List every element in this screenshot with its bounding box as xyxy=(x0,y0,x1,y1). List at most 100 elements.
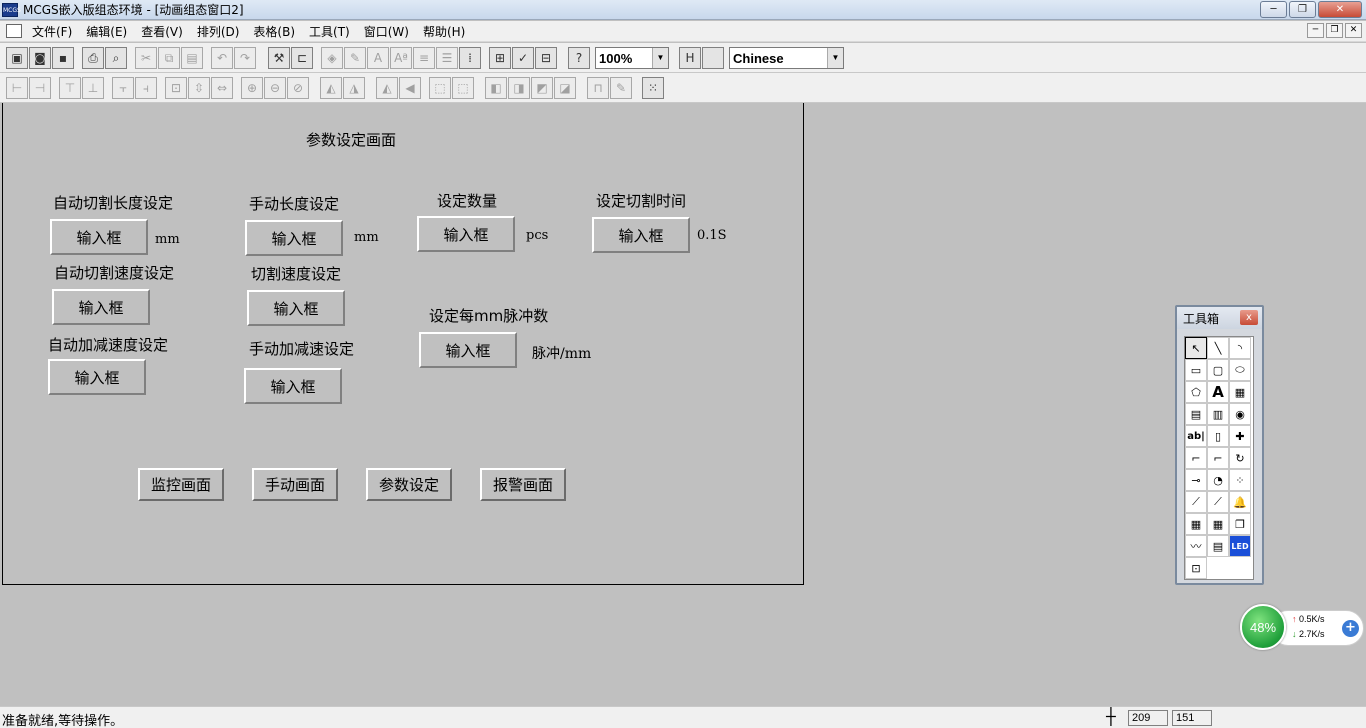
memory-usage-badge[interactable]: 48% xyxy=(1240,604,1286,650)
line-style-icon[interactable]: ≡ xyxy=(413,47,435,69)
center-h-icon[interactable]: ⊖ xyxy=(264,77,286,99)
center-v-icon[interactable]: ⊘ xyxy=(287,77,309,99)
led-icon[interactable]: LED xyxy=(1229,535,1251,557)
rounded-rect-icon[interactable]: ▢ xyxy=(1207,359,1229,381)
plus-icon[interactable]: + xyxy=(1342,620,1359,637)
line-color-icon[interactable]: ✎ xyxy=(344,47,366,69)
scale-icon[interactable]: ⊸ xyxy=(1185,469,1207,491)
alarm-screen-button[interactable]: 报警画面 xyxy=(480,468,566,501)
insert-element-icon[interactable]: ◉ xyxy=(1229,403,1251,425)
mdi-restore-button[interactable]: ❐ xyxy=(1326,23,1343,38)
flip-h-icon[interactable]: ◭ xyxy=(376,77,398,99)
gauge-icon[interactable]: ◔ xyxy=(1207,469,1229,491)
unit-icon[interactable]: H xyxy=(679,47,701,69)
redo-icon[interactable]: ↷ xyxy=(234,47,256,69)
flip-v-icon[interactable]: ◀ xyxy=(399,77,421,99)
align-top-icon[interactable]: ⊤ xyxy=(59,77,81,99)
manual-screen-button[interactable]: 手动画面 xyxy=(252,468,338,501)
fix-icon[interactable]: ✎ xyxy=(610,77,632,99)
properties-icon[interactable]: ⊞ xyxy=(489,47,511,69)
mdi-minimize-button[interactable]: ─ xyxy=(1307,23,1324,38)
auto-cut-length-input[interactable]: 输入框 xyxy=(50,219,148,255)
check-icon[interactable]: ✓ xyxy=(512,47,534,69)
blank-icon[interactable] xyxy=(702,47,724,69)
paste-icon[interactable]: ▤ xyxy=(181,47,203,69)
auto-accel-input[interactable]: 输入框 xyxy=(48,359,146,395)
menu-view[interactable]: 查看(V) xyxy=(141,23,183,40)
send-back-icon[interactable]: ◨ xyxy=(508,77,530,99)
align-right-icon[interactable]: ⊣ xyxy=(29,77,51,99)
menu-table[interactable]: 表格(B) xyxy=(253,23,295,40)
align-vcenter-icon[interactable]: ⫟ xyxy=(112,77,134,99)
history-curve-icon[interactable]: ⟋ xyxy=(1207,491,1229,513)
lock-icon[interactable]: ⊓ xyxy=(587,77,609,99)
ellipse-icon[interactable]: ⬭ xyxy=(1229,359,1251,381)
alarm-light-icon[interactable]: ✚ xyxy=(1229,425,1251,447)
input-box-icon[interactable]: ab| xyxy=(1185,425,1207,447)
rotate-left-icon[interactable]: ◭ xyxy=(320,77,342,99)
menu-arrange[interactable]: 排列(D) xyxy=(197,23,240,40)
custom-window-icon[interactable]: ⊡ xyxy=(1185,557,1207,579)
bitmap-icon[interactable]: ▦ xyxy=(1229,381,1251,403)
font-icon[interactable]: Aª xyxy=(390,47,412,69)
slider-icon[interactable]: ▯ xyxy=(1207,425,1229,447)
minimize-button[interactable]: ─ xyxy=(1260,1,1287,18)
pointer-icon[interactable]: ↖ xyxy=(1185,337,1207,359)
zoom-select[interactable]: 100% ▼ xyxy=(595,47,669,69)
bring-front-icon[interactable]: ◧ xyxy=(485,77,507,99)
grid-dots-icon[interactable]: ⁙ xyxy=(642,77,664,99)
monitor-screen-button[interactable]: 监控画面 xyxy=(138,468,224,501)
undo-icon[interactable]: ↶ xyxy=(211,47,233,69)
manual-accel-input[interactable]: 输入框 xyxy=(244,368,342,404)
element-icon[interactable]: ▥ xyxy=(1207,403,1229,425)
mdi-close-button[interactable]: ✕ xyxy=(1345,23,1362,38)
alarm-display-icon[interactable]: 🔔 xyxy=(1229,491,1251,513)
flow-icon[interactable]: ▤ xyxy=(1185,403,1207,425)
rotation-icon[interactable]: ↻ xyxy=(1229,447,1251,469)
new-window-icon[interactable]: ▣ xyxy=(6,47,28,69)
trend-chart-icon[interactable]: ⟋ xyxy=(1185,491,1207,513)
polygon-icon[interactable]: ⬠ xyxy=(1185,381,1207,403)
auto-cut-speed-input[interactable]: 输入框 xyxy=(52,289,150,325)
toolbox-close-button[interactable]: x xyxy=(1240,310,1258,325)
history-table-icon[interactable]: ▦ xyxy=(1207,513,1229,535)
set-quantity-input[interactable]: 输入框 xyxy=(417,216,515,252)
menu-file[interactable]: 文件(F) xyxy=(32,23,72,40)
font-color-icon[interactable]: A xyxy=(367,47,389,69)
pulses-per-mm-input[interactable]: 输入框 xyxy=(419,332,517,368)
print-preview-icon[interactable]: ⌕ xyxy=(105,47,127,69)
align-hcenter-icon[interactable]: ⫞ xyxy=(135,77,157,99)
print-icon[interactable]: ⎙ xyxy=(82,47,104,69)
same-width-icon[interactable]: ⇔ xyxy=(211,77,233,99)
document-icon[interactable] xyxy=(6,24,22,38)
curve-icon[interactable]: 〰 xyxy=(1185,535,1207,557)
sequence-icon[interactable]: ⊟ xyxy=(535,47,557,69)
report-icon[interactable]: ▤ xyxy=(1207,535,1229,557)
rotate-right-icon[interactable]: ◮ xyxy=(343,77,365,99)
ungroup-icon[interactable]: ⬚ xyxy=(452,77,474,99)
chevron-down-icon[interactable]: ▼ xyxy=(827,48,843,68)
rectangle-icon[interactable]: ▭ xyxy=(1185,359,1207,381)
center-icon[interactable]: ⊕ xyxy=(241,77,263,99)
cut-icon[interactable]: ✂ xyxy=(135,47,157,69)
backward-icon[interactable]: ◪ xyxy=(554,77,576,99)
fill-color-icon[interactable]: ◈ xyxy=(321,47,343,69)
table-icon[interactable]: ▦ xyxy=(1185,513,1207,535)
combo-icon[interactable]: ⁘ xyxy=(1229,469,1251,491)
menu-help[interactable]: 帮助(H) xyxy=(423,23,465,40)
toolbox-toggle-icon[interactable]: ⊏ xyxy=(291,47,313,69)
menu-edit[interactable]: 编辑(E) xyxy=(86,23,127,40)
context-help-icon[interactable]: ? xyxy=(568,47,590,69)
maximize-button[interactable]: ❐ xyxy=(1289,1,1316,18)
forward-icon[interactable]: ◩ xyxy=(531,77,553,99)
save-icon[interactable]: ▪ xyxy=(52,47,74,69)
align-left-icon[interactable]: ⊢ xyxy=(6,77,28,99)
menu-tools[interactable]: 工具(T) xyxy=(309,23,350,40)
parameter-settings-button[interactable]: 参数设定 xyxy=(366,468,452,501)
language-select[interactable]: Chinese ▼ xyxy=(729,47,844,69)
cut-speed-input[interactable]: 输入框 xyxy=(247,290,345,326)
standard-button-icon[interactable]: ⌐ xyxy=(1185,447,1207,469)
line-icon[interactable]: ╲ xyxy=(1207,337,1229,359)
tools-icon[interactable]: ⚒ xyxy=(268,47,290,69)
align-bottom-icon[interactable]: ⊥ xyxy=(82,77,104,99)
